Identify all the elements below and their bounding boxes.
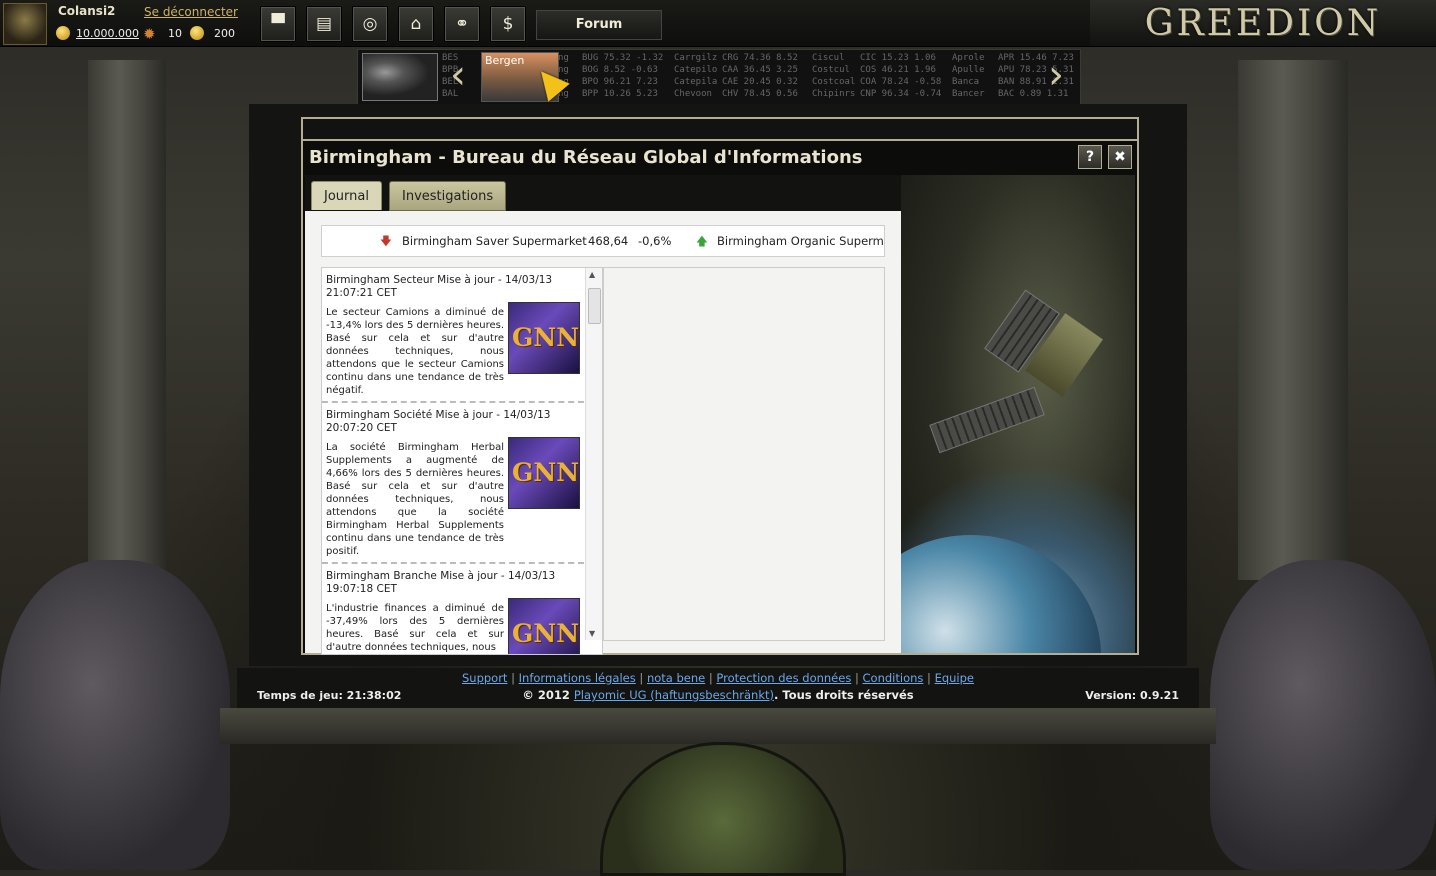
news-scroll-area: Birmingham Secteur Mise à jour - 14/03/1… (322, 268, 584, 654)
ticker-column: CRG 74.36 8.52 CAA 36.45 3.25 CAE 20.45 … (722, 53, 798, 99)
bull-statue (1210, 560, 1436, 870)
background-pillar-left (88, 60, 166, 580)
stone-base (220, 708, 1216, 744)
stars-value: 10 (168, 27, 182, 40)
news-title: Birmingham Société Mise à jour - 14/03/1… (326, 409, 551, 434)
news-item[interactable]: Birmingham Secteur Mise à jour - 14/03/1… (322, 268, 584, 403)
window-top-strip (303, 119, 1137, 141)
money-button[interactable]: $ (490, 6, 526, 42)
greedion-logo: GREEDION (1090, 0, 1436, 46)
news-list[interactable]: Birmingham Secteur Mise à jour - 14/03/1… (321, 267, 603, 655)
ticker-name[interactable]: Birmingham Organic Supermar (717, 234, 884, 248)
version-label: Version: 0.9.21 (1085, 689, 1179, 702)
ticker-column: CIC 15.23 1.06 COS 46.21 1.96 COA 78.24 … (860, 53, 942, 99)
factory-icon: ⌂ (410, 14, 422, 34)
help-button[interactable]: ? (1078, 145, 1102, 169)
city-label: Bergen (485, 54, 525, 67)
next-city-arrow-icon[interactable]: › (1048, 55, 1064, 95)
footer-link-team[interactable]: Equipe (935, 671, 974, 685)
scroll-up-icon[interactable]: ▲ (589, 270, 595, 279)
ticker-column: Aprole Apulle Banca Bancer (952, 53, 985, 99)
username: Colansi2 (58, 4, 116, 18)
footer-link-privacy[interactable]: Protection des données (716, 671, 851, 685)
news-item[interactable]: Birmingham Branche Mise à jour - 14/03/1… (322, 564, 584, 654)
prev-city-arrow-icon[interactable]: ‹ (450, 55, 466, 95)
news-body: Le secteur Camions a diminué de -13,4% l… (326, 307, 504, 396)
target-icon: ◎ (362, 14, 378, 34)
city-ticker-strip: BES BPB BEL BAL ‹ Bergen ng ng ng ng BUG… (357, 49, 1081, 105)
ticker-column: Carrgilz Catepilo Catepila Chevoon (674, 53, 718, 99)
world-map-button[interactable] (362, 53, 438, 101)
satellite-illustration (901, 175, 1135, 653)
handshake-icon: ⚭ (454, 14, 470, 34)
factory-button[interactable]: ⌂ (398, 6, 434, 42)
grinning-face-emblem (600, 742, 846, 876)
notebook-icon: ▤ (315, 14, 333, 34)
target-button[interactable]: ◎ (352, 6, 388, 42)
footer-link-legal[interactable]: Informations légales (519, 671, 636, 685)
gold-coin-icon (190, 26, 204, 40)
news-body: La société Birmingham Herbal Supplements… (326, 442, 504, 557)
info-window: Birmingham - Bureau du Réseau Global d'I… (301, 117, 1139, 655)
bitcoin-icon (56, 26, 70, 40)
logout-link[interactable]: Se déconnecter (144, 5, 238, 19)
dollar-icon: $ (502, 14, 514, 34)
coins-value: 200 (214, 27, 235, 40)
ticker-column: BUG 75.32 -1.32 BOG 8.52 -0.63 BPO 96.21… (582, 53, 664, 99)
top-bar: Colansi2 Se déconnecter 10.000.000 ✹ 10 … (0, 0, 1436, 47)
scroll-thumb[interactable] (588, 288, 601, 324)
footer-links: Support | Informations légales | nota be… (461, 671, 975, 685)
tab-investigations[interactable]: Investigations (389, 181, 507, 211)
close-button[interactable]: ✖ (1108, 145, 1132, 169)
gnn-logo: GNN (508, 437, 580, 509)
up-arrow-icon: 🡅 (696, 234, 708, 248)
star-icon: ✹ (143, 25, 156, 43)
gnn-logo: GNN (508, 302, 580, 374)
company-link[interactable]: Playomic UG (haftungsbeschränkt) (574, 688, 774, 702)
footer-link-support[interactable]: Support (462, 671, 507, 685)
earth-globe (901, 535, 1101, 653)
down-arrow-icon: 🡇 (380, 234, 392, 248)
forum-button[interactable]: Forum (536, 10, 662, 40)
news-scrollbar[interactable]: ▲ ▼ (585, 268, 602, 640)
news-body: L'industrie finances a diminué de -37,49… (326, 603, 504, 653)
footer-link-nota-bene[interactable]: nota bene (647, 671, 705, 685)
tab-bar: Journal Investigations (305, 175, 901, 211)
background-pillar-right (1238, 60, 1348, 580)
panther-statue (0, 560, 230, 870)
gnn-logo: GNN (508, 598, 580, 654)
money-value: 10.000.000 (76, 27, 139, 40)
news-title: Birmingham Branche Mise à jour - 14/03/1… (326, 570, 556, 595)
ticker-column: Ciscul Costcul Costcoal Chipinrs (812, 53, 856, 99)
window-title: Birmingham - Bureau du Réseau Global d'I… (309, 147, 863, 168)
footer: Support | Informations légales | nota be… (237, 668, 1199, 708)
ticker-value: 468,64 (588, 234, 629, 248)
footer-link-conditions[interactable]: Conditions (863, 671, 924, 685)
ticker-name[interactable]: Birmingham Saver Supermarket (402, 234, 587, 248)
chat-icon: ▀ (271, 14, 285, 34)
window-content: Journal Investigations 🡇 Birmingham Save… (305, 175, 901, 655)
handshake-button[interactable]: ⚭ (444, 6, 480, 42)
copyright: © 2012 Playomic UG (haftungsbeschränkt).… (522, 688, 914, 702)
scroll-down-icon[interactable]: ▼ (589, 629, 595, 638)
ticker-change: -0,6% (638, 234, 672, 248)
news-detail-panel (603, 267, 885, 641)
notebook-button[interactable]: ▤ (306, 6, 342, 42)
solar-panel (929, 386, 1045, 454)
tab-journal[interactable]: Journal (311, 181, 382, 210)
news-title: Birmingham Secteur Mise à jour - 14/03/1… (326, 274, 553, 299)
avatar[interactable] (3, 3, 47, 45)
news-item[interactable]: Birmingham Société Mise à jour - 14/03/1… (322, 403, 584, 564)
chat-button[interactable]: ▀ (260, 6, 296, 42)
stock-ticker: 🡇 Birmingham Saver Supermarket 468,64 -0… (321, 225, 885, 257)
